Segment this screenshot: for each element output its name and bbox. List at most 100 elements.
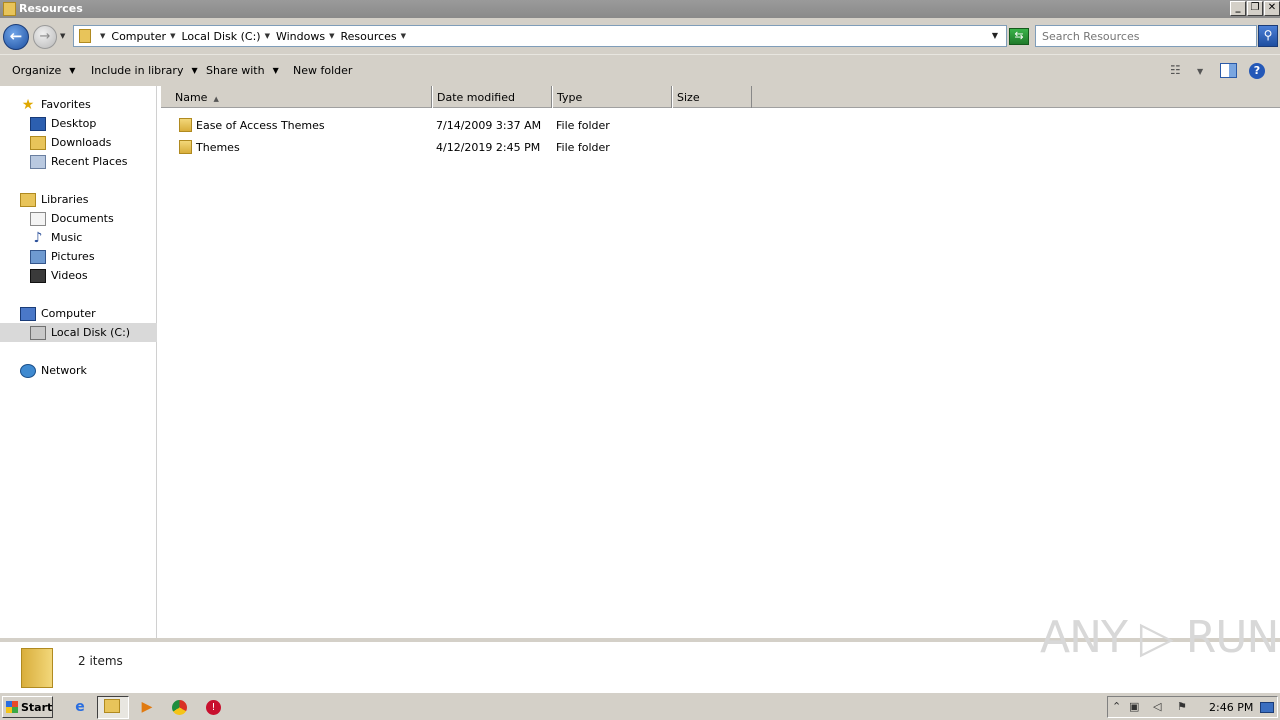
column-label: Name [175, 91, 208, 104]
breadcrumb-local-disk[interactable]: Local Disk (C:) [181, 30, 260, 43]
downloads-icon [30, 135, 46, 150]
flag-icon[interactable]: ⚑ [1177, 700, 1187, 713]
column-header-date-modified[interactable]: Date modified [432, 86, 552, 108]
star-icon: ★ [21, 96, 35, 113]
forward-button[interactable]: → [33, 25, 57, 49]
title-bar[interactable]: Resources _ ❐ ✕ [0, 0, 1280, 18]
folder-icon [179, 140, 192, 154]
file-list[interactable]: Ease of Access Themes 7/14/2009 3:37 AM … [160, 108, 1280, 638]
nav-desktop[interactable]: Desktop [30, 114, 96, 133]
breadcrumb-resources[interactable]: Resources [340, 30, 396, 43]
nav-label: Local Disk (C:) [51, 326, 131, 339]
windows-logo-icon [6, 701, 18, 713]
view-options-icon[interactable]: ☷ [1170, 63, 1181, 77]
system-tray: ⌃ ▣ ◁ ⚑ 2:46 PM [1107, 696, 1278, 718]
nav-recent-places[interactable]: Recent Places [30, 152, 128, 171]
music-icon: ♪ [33, 229, 43, 246]
nav-computer[interactable]: Computer [20, 304, 96, 323]
search-icon[interactable]: ⚲ [1258, 25, 1278, 47]
chrome-icon[interactable] [172, 700, 187, 715]
nav-music[interactable]: ♪ Music [30, 228, 83, 247]
nav-favorites[interactable]: ★ Favorites [20, 95, 91, 114]
opera-icon[interactable]: ! [206, 700, 221, 715]
command-bar: Organize ▼ Include in library ▼ Share with… [0, 54, 1280, 86]
chevron-down-icon: ▼ [272, 66, 279, 75]
nav-network[interactable]: Network [20, 361, 87, 380]
chevron-down-icon[interactable]: ▼ [170, 32, 175, 40]
nav-label: Videos [51, 269, 88, 282]
start-button[interactable]: Start [2, 696, 53, 718]
chevron-down-icon: ▼ [69, 66, 76, 75]
share-with-button[interactable]: Share with ▼ [206, 64, 279, 77]
documents-icon [30, 211, 46, 226]
clock[interactable]: 2:46 PM [1209, 701, 1253, 714]
table-row[interactable]: Ease of Access Themes 7/14/2009 3:37 AM … [160, 116, 1280, 136]
watermark-logo: ANY ▷ RUN [1040, 612, 1279, 663]
nav-label: Computer [41, 307, 96, 320]
column-label: Type [557, 91, 583, 104]
chevron-down-icon[interactable]: ▼ [1197, 67, 1203, 76]
chevron-down-icon[interactable]: ▼ [265, 32, 270, 40]
navigation-pane: ★ Favorites Desktop Downloads Recent Plac… [0, 86, 157, 638]
breadcrumb-computer[interactable]: Computer [111, 30, 166, 43]
breadcrumb: ▼ Computer ▼ Local Disk (C:) ▼ Windows ▼… [96, 29, 412, 43]
restore-button[interactable]: ❐ [1247, 1, 1263, 16]
column-label: Date modified [437, 91, 515, 104]
taskbar: Start e ▶ ! ⌃ ▣ ◁ ⚑ 2:46 PM [0, 692, 1280, 720]
history-dropdown-icon[interactable]: ▼ [60, 32, 65, 40]
include-in-library-button[interactable]: Include in library ▼ [91, 64, 198, 77]
table-row[interactable]: Themes 4/12/2019 2:45 PM File folder [160, 138, 1280, 158]
share-with-label: Share with [206, 64, 265, 77]
address-bar[interactable]: ▼ Computer ▼ Local Disk (C:) ▼ Windows ▼… [73, 25, 1007, 47]
computer-icon [20, 306, 36, 321]
back-button[interactable]: ← [3, 24, 29, 50]
folder-icon [79, 29, 91, 43]
address-row: ← → ▼ ▼ Computer ▼ Local Disk (C:) ▼ Win… [0, 18, 1280, 54]
file-name: Themes [196, 141, 240, 154]
organize-button[interactable]: Organize ▼ [12, 64, 75, 77]
search-input[interactable] [1035, 25, 1257, 47]
chevron-down-icon[interactable]: ▼ [401, 32, 406, 40]
nav-documents[interactable]: Documents [30, 209, 114, 228]
internet-explorer-icon[interactable]: e [71, 698, 89, 716]
refresh-button[interactable]: ⇆ [1009, 28, 1029, 45]
breadcrumb-windows[interactable]: Windows [276, 30, 325, 43]
nav-videos[interactable]: Videos [30, 266, 88, 285]
nav-downloads[interactable]: Downloads [30, 133, 111, 152]
preview-pane-icon[interactable] [1220, 63, 1237, 78]
network-tray-icon[interactable]: ▣ [1129, 700, 1139, 713]
folder-icon [179, 118, 192, 132]
nav-pictures[interactable]: Pictures [30, 247, 95, 266]
column-header-size[interactable]: Size [672, 86, 752, 108]
nav-label: Recent Places [51, 155, 128, 168]
chevron-down-icon[interactable]: ▼ [329, 32, 334, 40]
sort-ascending-icon: ▲ [213, 95, 219, 103]
chevron-up-icon[interactable]: ⌃ [1112, 700, 1121, 713]
start-label: Start [21, 701, 53, 714]
media-player-icon[interactable]: ▶ [138, 698, 156, 716]
chevron-down-icon[interactable]: ▼ [100, 32, 105, 40]
item-count: 2 items [78, 654, 123, 668]
organize-label: Organize [12, 64, 62, 77]
close-button[interactable]: ✕ [1264, 1, 1280, 16]
nav-label: Documents [51, 212, 114, 225]
nav-label: Network [41, 364, 87, 377]
nav-libraries[interactable]: Libraries [20, 190, 89, 209]
nav-label: Pictures [51, 250, 95, 263]
minimize-button[interactable]: _ [1230, 1, 1246, 16]
nav-label: Downloads [51, 136, 112, 149]
show-desktop-icon[interactable] [1260, 702, 1274, 713]
window-title: Resources [19, 2, 83, 15]
explorer-icon [104, 699, 120, 713]
help-button[interactable]: ? [1249, 63, 1265, 79]
window-controls: _ ❐ ✕ [1230, 0, 1280, 18]
column-header-type[interactable]: Type [552, 86, 672, 108]
volume-icon[interactable]: ◁ [1153, 700, 1161, 713]
file-type: File folder [556, 119, 610, 132]
nav-local-disk[interactable]: Local Disk (C:) [0, 323, 157, 342]
file-name: Ease of Access Themes [196, 119, 325, 132]
folder-icon [21, 648, 53, 688]
address-dropdown-icon[interactable]: ▼ [992, 31, 998, 40]
column-header-name[interactable]: Name ▲ [160, 86, 432, 108]
new-folder-button[interactable]: New folder [293, 64, 352, 77]
